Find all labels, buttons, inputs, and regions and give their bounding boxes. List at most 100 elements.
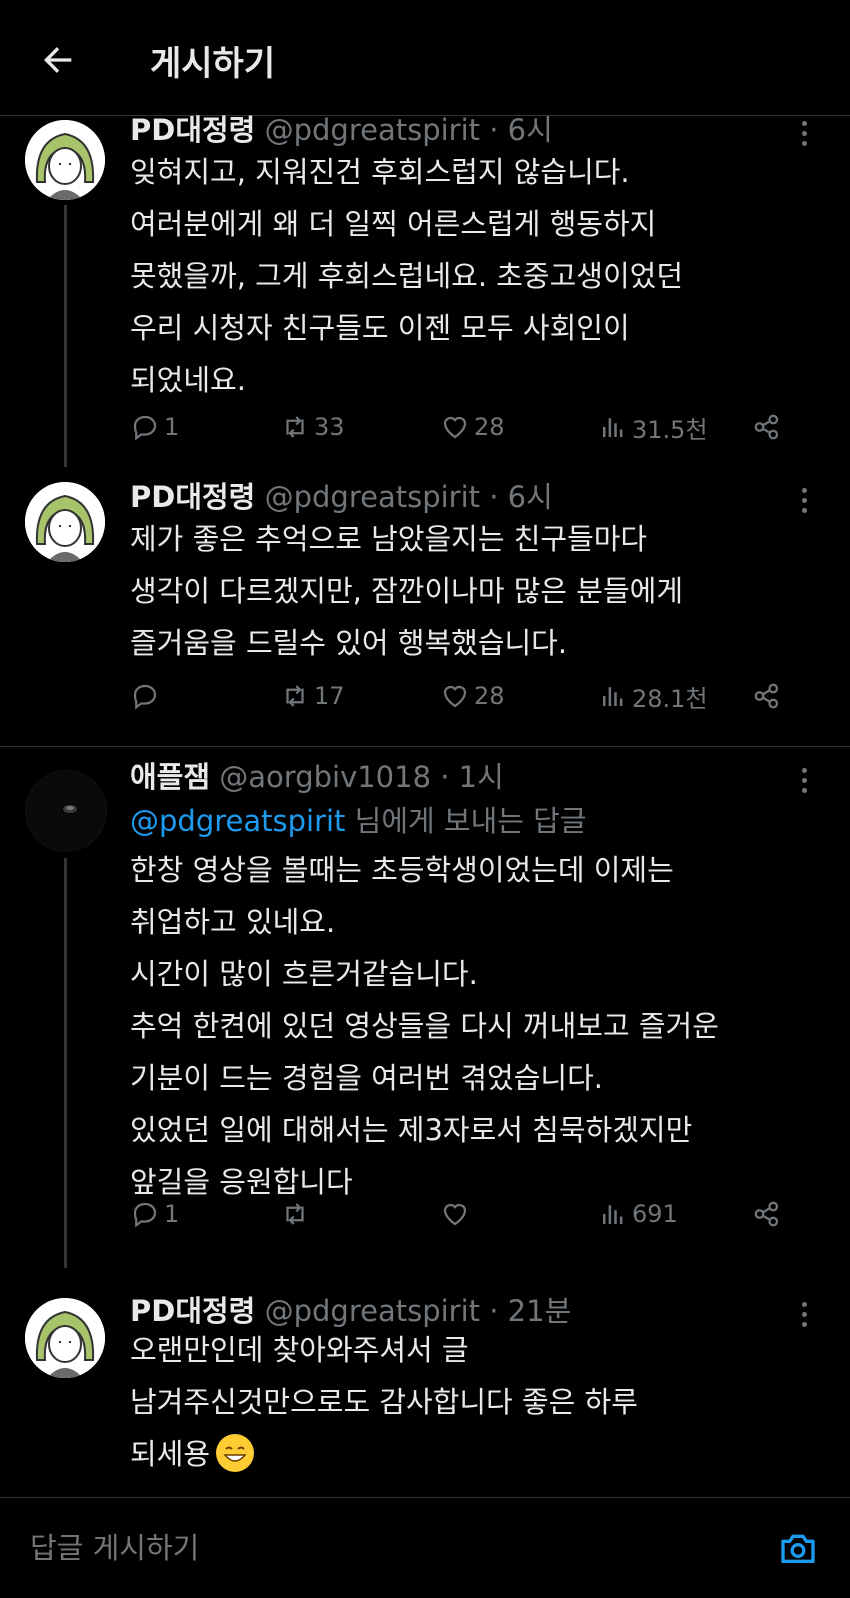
tweet[interactable]: PD대정령 @pdgreatspirit · 6시 제가 좋은 추억으로 남았을… — [0, 480, 850, 735]
retweet-button[interactable]: 17 — [280, 676, 345, 716]
retweet-button[interactable] — [280, 1194, 314, 1234]
handle-time[interactable]: @aorgbiv1018 · 1시 — [219, 760, 504, 794]
display-name[interactable]: PD대정령 — [130, 480, 255, 514]
avatar[interactable] — [25, 770, 107, 852]
reply-icon — [133, 415, 157, 441]
camera-icon[interactable] — [778, 1528, 818, 1568]
share-icon — [754, 414, 779, 440]
replying-to: @pdgreatspirit 님에게 보내는 답글 — [130, 798, 587, 840]
text-line: 되세용 — [130, 1428, 820, 1480]
reply-button[interactable]: 1 — [130, 1194, 179, 1234]
tweet-header: PD대정령 @pdgreatspirit · 6시 — [130, 474, 553, 516]
retweet-count: 33 — [314, 413, 345, 441]
share-button[interactable] — [752, 676, 782, 716]
replying-to-label: 님에게 보내는 답글 — [345, 804, 587, 838]
tweet-actions: 17 28 28.1천 — [130, 676, 790, 716]
handle-time[interactable]: @pdgreatspirit · 6시 — [265, 480, 553, 514]
handle-time[interactable]: @pdgreatspirit · 21분 — [265, 1294, 572, 1328]
text-line: 추억 한켠에 있던 영상들을 다시 꺼내보고 즐거운 — [130, 1009, 719, 1043]
share-button[interactable] — [752, 407, 782, 447]
tweet-text: 잊혀지고, 지워진건 후회스럽지 않습니다. 여러분에게 왜 더 일찍 어른스럽… — [130, 146, 820, 406]
avatar-image — [25, 1298, 105, 1378]
reply-composer — [0, 1497, 850, 1598]
tweet[interactable]: PD대정령 @pdgreatspirit · 21분 오랜만인데 찾아와주셔서 … — [0, 1294, 850, 1497]
avatar-image — [25, 482, 105, 562]
text-line: 남겨주신것만으로도 감사합니다 좋은 하루 — [130, 1385, 638, 1419]
share-button[interactable] — [752, 1194, 782, 1234]
text-line: 있었던 일에 대해서는 제3자로서 침묵하겠지만 — [130, 1113, 693, 1147]
reply-button[interactable]: 1 — [130, 407, 179, 447]
avatar[interactable] — [25, 1298, 105, 1378]
share-icon — [754, 1201, 779, 1227]
retweet-button[interactable]: 33 — [280, 407, 345, 447]
views-icon — [603, 1205, 623, 1224]
avatar-image — [25, 120, 105, 200]
text-line: 잊혀지고, 지워진건 후회스럽지 않습니다. — [130, 155, 630, 189]
views-button[interactable]: 31.5천 — [598, 407, 708, 447]
tweet-header: PD대정령 @pdgreatspirit · 6시 — [130, 107, 553, 149]
thread-line — [64, 205, 67, 467]
thread-line — [64, 858, 67, 1268]
reply-count: 1 — [164, 413, 180, 441]
like-button[interactable]: 28 — [440, 407, 505, 447]
text-line: 오랜만인데 찾아와주셔서 글 — [130, 1333, 469, 1367]
tweet[interactable]: PD대정령 @pdgreatspirit · 6시 잊혀지고, 지워진건 후회스… — [0, 113, 850, 467]
retweet-count: 17 — [314, 682, 345, 710]
top-bar: 게시하기 — [0, 0, 850, 116]
text-line: 여러분에게 왜 더 일찍 어른스럽게 행동하지 — [130, 207, 657, 241]
share-icon — [754, 683, 779, 709]
view-count: 31.5천 — [632, 415, 708, 444]
text-line: 우리 시청자 친구들도 이젠 모두 사회인이 — [130, 311, 630, 345]
text-line: 되었네요. — [130, 363, 246, 397]
like-button[interactable] — [440, 1194, 474, 1234]
handle-time[interactable]: @pdgreatspirit · 6시 — [265, 113, 553, 147]
text-fragment: 되세용 — [130, 1437, 211, 1471]
display-name[interactable]: PD대정령 — [130, 1294, 255, 1328]
tweet-text: 오랜만인데 찾아와주셔서 글 남겨주신것만으로도 감사합니다 좋은 하루 되세용 — [130, 1324, 820, 1480]
tweet-text: 제가 좋은 추억으로 남았을지는 친구들마다 생각이 다르겠지만, 잠깐이나마 … — [130, 513, 820, 669]
tweet-actions: 1 691 — [130, 1194, 790, 1234]
text-line: 못했을까, 그게 후회스럽네요. 초중고생이었던 — [130, 259, 684, 293]
reply-button[interactable] — [130, 676, 164, 716]
avatar-image — [26, 771, 106, 851]
reply-icon — [133, 684, 157, 710]
reply-input[interactable] — [28, 1522, 732, 1574]
divider — [0, 746, 850, 747]
text-line: 기분이 드는 경험을 여러번 겪었습니다. — [130, 1061, 603, 1095]
back-arrow-icon[interactable] — [38, 40, 78, 80]
reply-count: 1 — [164, 1200, 180, 1228]
tweet[interactable]: 애플잼 @aorgbiv1018 · 1시 @pdgreatspirit 님에게… — [0, 760, 850, 1268]
display-name[interactable]: PD대정령 — [130, 113, 255, 147]
display-name[interactable]: 애플잼 — [130, 760, 210, 794]
text-line: 생각이 다르겠지만, 잠깐이나마 많은 분들에게 — [130, 574, 684, 608]
like-count: 28 — [474, 682, 505, 710]
retweet-icon — [286, 685, 304, 707]
retweet-icon — [286, 1203, 304, 1225]
text-line: 한창 영상을 볼때는 초등학생이었는데 이제는 — [130, 853, 674, 887]
tweet-text: 한창 영상을 볼때는 초등학생이었는데 이제는 취업하고 있네요. 시간이 많이… — [130, 844, 820, 1208]
text-line: 취업하고 있네요. — [130, 905, 336, 939]
replying-to-handle[interactable]: @pdgreatspirit — [130, 804, 345, 838]
like-icon — [443, 685, 467, 708]
views-icon — [603, 418, 623, 437]
more-icon[interactable] — [800, 768, 808, 798]
reply-icon — [133, 1202, 157, 1228]
like-button[interactable]: 28 — [440, 676, 505, 716]
grinning-emoji-icon — [216, 1434, 255, 1472]
like-icon — [443, 416, 467, 439]
view-count: 691 — [632, 1200, 678, 1228]
views-icon — [603, 687, 623, 706]
tweet-actions: 1 33 28 31.5천 — [130, 407, 790, 447]
views-button[interactable]: 28.1천 — [598, 676, 708, 716]
text-line: 즐거움을 드릴수 있어 행복했습니다. — [130, 626, 568, 660]
views-button[interactable]: 691 — [598, 1194, 678, 1234]
avatar[interactable] — [25, 482, 105, 562]
tweet-header: 애플잼 @aorgbiv1018 · 1시 — [130, 754, 504, 796]
avatar[interactable] — [25, 120, 105, 200]
text-line: 제가 좋은 추억으로 남았을지는 친구들마다 — [130, 522, 648, 556]
view-count: 28.1천 — [632, 684, 708, 713]
like-icon — [443, 1203, 467, 1226]
retweet-icon — [286, 416, 304, 438]
like-count: 28 — [474, 413, 505, 441]
page-title: 게시하기 — [150, 44, 276, 84]
